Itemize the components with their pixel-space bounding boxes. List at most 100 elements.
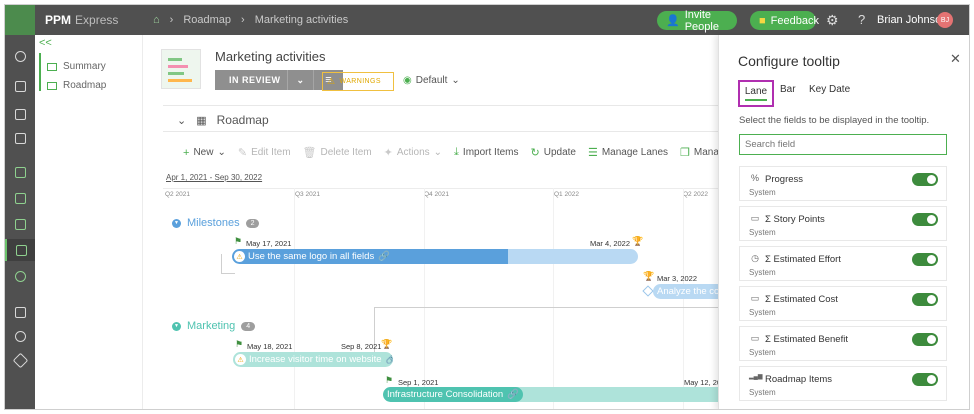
rocket-icon[interactable] bbox=[5, 349, 35, 371]
chevron-down-icon: ▼ bbox=[172, 218, 181, 228]
story-points-toggle[interactable] bbox=[912, 213, 938, 226]
chevron-down-icon: ▼ bbox=[172, 321, 181, 331]
import-items-button[interactable]: ⤓ Import Items bbox=[454, 146, 518, 159]
roadmap-bar-analyze[interactable]: Analyze the comp bbox=[653, 284, 723, 299]
gear-icon[interactable]: ⚙ bbox=[826, 12, 839, 29]
users-icon[interactable] bbox=[5, 265, 35, 287]
breadcrumb-roadmap[interactable]: Roadmap bbox=[183, 14, 231, 26]
tab-key-date[interactable]: Key Date bbox=[809, 84, 850, 95]
nav-item-roadmap[interactable]: Roadmap bbox=[47, 80, 106, 91]
quarter-label: Q2 2022 bbox=[683, 191, 708, 198]
tab-bar[interactable]: Bar bbox=[780, 84, 796, 95]
money-icon: ▭ bbox=[750, 333, 760, 343]
view-selector[interactable]: ◉ Default ⌄ bbox=[403, 75, 460, 86]
avatar[interactable]: BJ bbox=[937, 12, 953, 28]
download-icon: ⤓ bbox=[454, 146, 459, 158]
pencil-icon: ✎ bbox=[237, 147, 248, 159]
field-row-estimated-benefit: ▭ Σ Estimated Benefit System bbox=[739, 326, 947, 361]
trophy-icon: 🏆 bbox=[632, 236, 644, 246]
item-end-date: Mar 4, 2022 bbox=[590, 239, 631, 248]
field-row-estimated-cost: ▭ Σ Estimated Cost System bbox=[739, 286, 947, 321]
lane-count-badge: 2 bbox=[245, 218, 260, 228]
flag-icon: ⚑ bbox=[235, 339, 244, 349]
menu-icon[interactable] bbox=[5, 75, 35, 97]
app-name: PPM Express bbox=[45, 13, 119, 27]
briefcase-icon[interactable] bbox=[5, 161, 35, 183]
lane-count-badge: 4 bbox=[241, 321, 256, 331]
page-title: Marketing activities bbox=[215, 49, 326, 64]
warning-icon: ⚠ bbox=[327, 76, 336, 86]
roadmap-bar-visitor-time[interactable]: ⚠ Increase visitor time on website 🔗 bbox=[233, 352, 393, 367]
trash-icon: 🗑 bbox=[302, 147, 317, 159]
actions-button[interactable]: ✦ Actions ⌄ bbox=[384, 146, 442, 159]
checkbox-icon[interactable] bbox=[5, 103, 35, 125]
progress-toggle[interactable] bbox=[912, 173, 938, 186]
document-icon[interactable] bbox=[5, 127, 35, 149]
item-start-date: Sep 1, 2021 bbox=[398, 378, 439, 387]
quarter-label: Q3 2021 bbox=[295, 191, 320, 198]
roadmap-icon[interactable] bbox=[5, 239, 35, 261]
nav-indicator bbox=[39, 53, 41, 91]
field-row-story-points: ▭ Σ Story Points System bbox=[739, 206, 947, 241]
roadmap-section-header[interactable]: ⌄ ▦ Roadmap bbox=[177, 113, 269, 127]
roadmap-bar-infrastructure[interactable]: Infrastructure Consolidation 🔗 bbox=[383, 387, 723, 402]
target-icon[interactable] bbox=[5, 325, 35, 347]
field-icon: ▭ bbox=[750, 213, 760, 223]
invite-people-button[interactable]: 👤 Invite People bbox=[657, 9, 737, 33]
collapse-icon[interactable]: << bbox=[39, 37, 52, 49]
grid-icon[interactable] bbox=[5, 213, 35, 235]
chevron-down-icon: ⌄ bbox=[433, 147, 443, 158]
section-nav: << Summary Roadmap bbox=[35, 35, 143, 409]
list-icon: ☰ bbox=[587, 147, 598, 159]
percent-icon: % bbox=[750, 173, 759, 183]
roadmap-items-toggle[interactable] bbox=[912, 373, 938, 386]
tab-lane[interactable]: Lane bbox=[738, 80, 774, 107]
feedback-button[interactable]: ■ Feedback bbox=[750, 11, 819, 30]
close-icon[interactable]: ✕ bbox=[950, 51, 961, 67]
app-logo[interactable] bbox=[5, 5, 35, 35]
new-button[interactable]: + New ⌄ bbox=[183, 147, 226, 159]
warning-icon: ⚠ bbox=[234, 251, 245, 262]
estimated-effort-toggle[interactable] bbox=[912, 253, 938, 266]
key-date-marker[interactable] bbox=[642, 285, 654, 297]
item-start-date: May 17, 2021 bbox=[246, 239, 292, 248]
warning-icon: ⚠ bbox=[235, 354, 246, 365]
nav-item-summary[interactable]: Summary bbox=[47, 61, 106, 72]
delete-item-button[interactable]: 🗑 Delete Item bbox=[303, 146, 372, 159]
chevron-down-icon: ⌄ bbox=[177, 114, 187, 127]
link-icon: 🔗 bbox=[507, 389, 520, 400]
date-range-link[interactable]: Apr 1, 2021 - Sep 30, 2022 bbox=[166, 173, 262, 182]
edit-item-button[interactable]: ✎ Edit Item bbox=[238, 146, 291, 159]
warnings-button[interactable]: ⚠ WARNINGS bbox=[322, 72, 394, 91]
home-icon[interactable]: ⌂ bbox=[153, 14, 160, 26]
money-icon: ▭ bbox=[750, 293, 760, 303]
folder-icon[interactable] bbox=[5, 187, 35, 209]
project-thumbnail bbox=[161, 49, 201, 89]
lane-milestones[interactable]: ▼ Milestones 2 bbox=[172, 217, 260, 229]
key-date-label: Mar 3, 2022 bbox=[657, 274, 698, 283]
plus-icon: + bbox=[183, 146, 190, 159]
link-icon: 🔗 bbox=[378, 251, 391, 262]
trophy-icon: 🏆 bbox=[381, 339, 393, 349]
chevron-down-icon: ⌄ bbox=[451, 75, 460, 86]
bar-chart-icon: ▂▄▆ bbox=[749, 374, 763, 380]
update-button[interactable]: ↻ Update bbox=[531, 146, 576, 159]
help-icon[interactable]: ? bbox=[858, 12, 865, 27]
manage-lanes-button[interactable]: ☰ Manage Lanes bbox=[588, 146, 668, 159]
lane-marketing[interactable]: ▼ Marketing 4 bbox=[172, 320, 256, 332]
search-field-input[interactable] bbox=[739, 134, 947, 155]
user-add-icon: 👤 bbox=[666, 15, 680, 27]
roadmap-bar-logo[interactable]: ⚠ Use the same logo in all fields 🔗 bbox=[232, 249, 638, 264]
feedback-icon: ■ bbox=[759, 14, 766, 27]
link-icon: 🔗 bbox=[386, 354, 393, 365]
trophy-icon: 🏆 bbox=[643, 271, 655, 281]
report-icon[interactable] bbox=[5, 301, 35, 323]
roadmap-toolbar: + New ⌄ ✎ Edit Item 🗑 Delete Item ✦ Actions ⌄ … bbox=[183, 146, 762, 159]
bookmark-icon: ❐ bbox=[680, 147, 690, 159]
state-dropdown[interactable]: IN REVIEW ⌄ bbox=[215, 70, 313, 90]
estimated-benefit-toggle[interactable] bbox=[912, 333, 938, 346]
search-icon[interactable] bbox=[5, 45, 35, 67]
estimated-cost-toggle[interactable] bbox=[912, 293, 938, 306]
chevron-right-icon: › bbox=[241, 14, 245, 26]
breadcrumb: ⌂ › Roadmap › Marketing activities bbox=[153, 14, 348, 26]
